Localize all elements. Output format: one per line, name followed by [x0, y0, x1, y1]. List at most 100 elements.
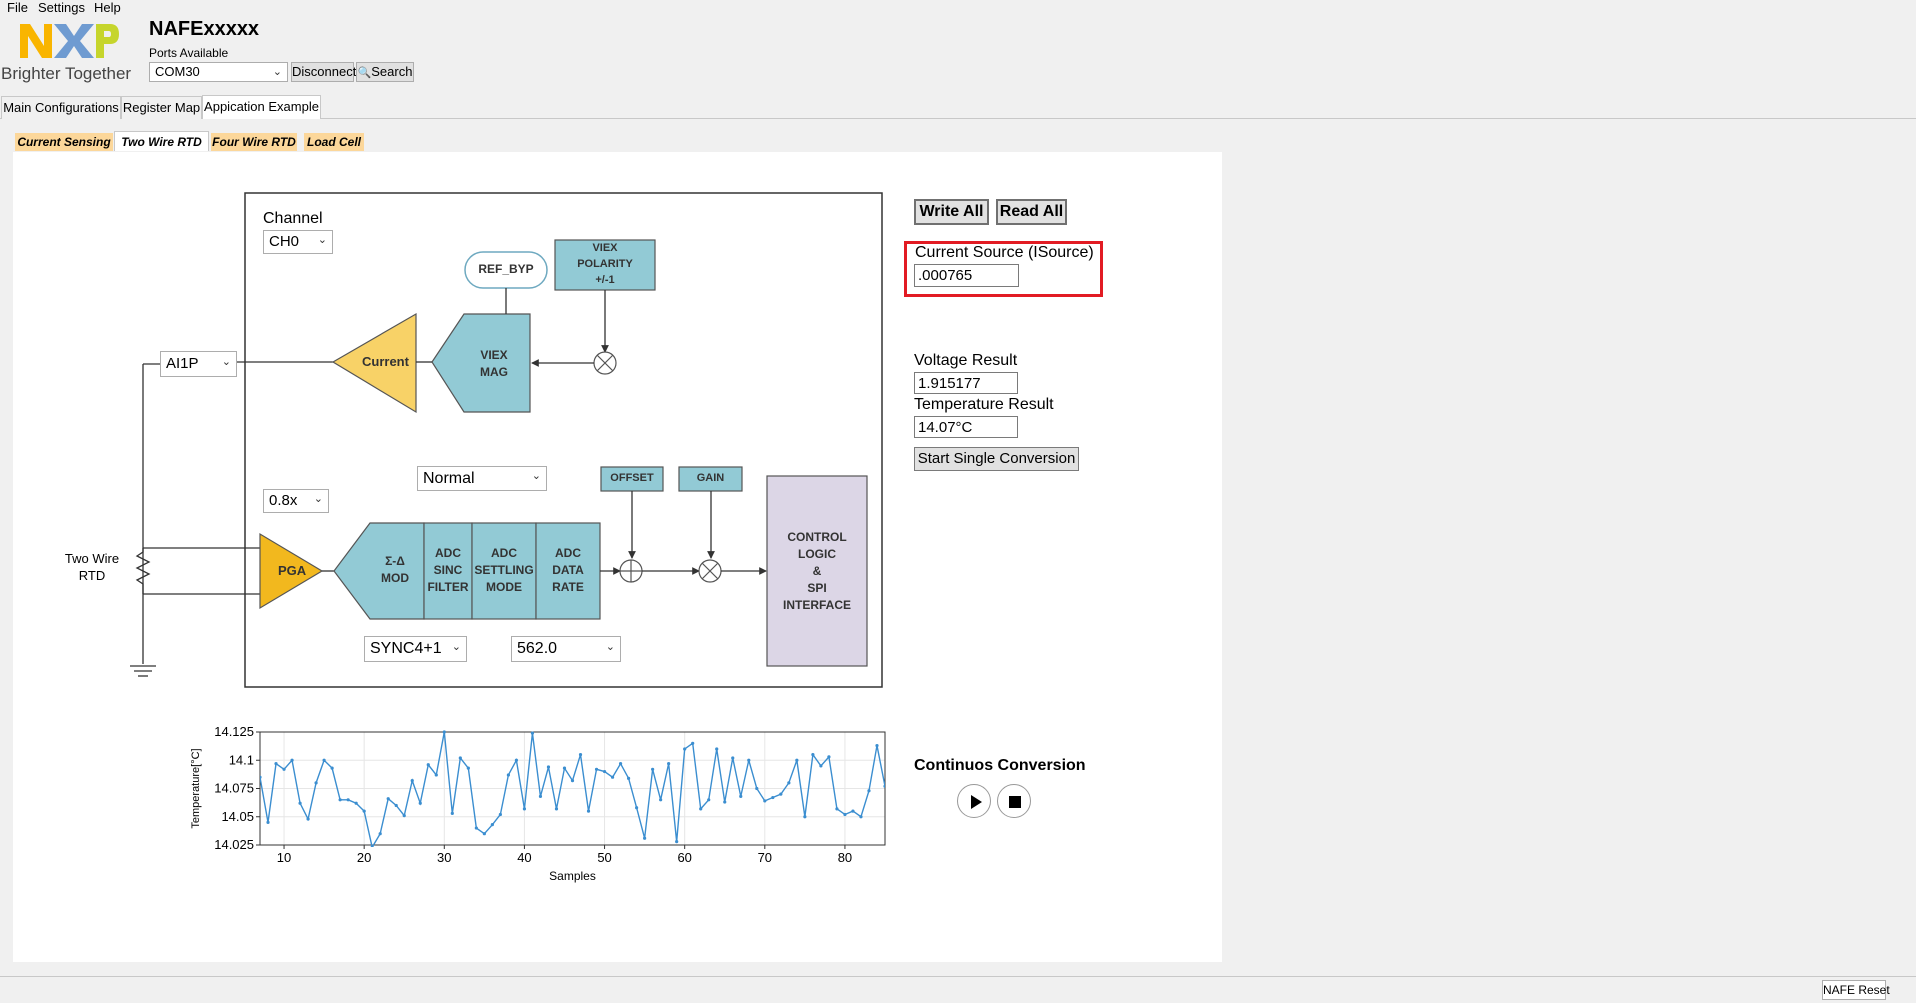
temperature-result-field: 14.07°C	[914, 416, 1018, 438]
data-point	[747, 758, 751, 762]
y-axis-label: Temperature[°C]	[190, 748, 202, 828]
start-single-conversion-button[interactable]: Start Single Conversion	[914, 447, 1079, 471]
data-point	[683, 747, 687, 751]
x-tick-label: 80	[838, 850, 852, 865]
control-line2: LOGIC	[798, 547, 836, 561]
data-point	[795, 758, 799, 762]
stop-button[interactable]	[997, 784, 1031, 818]
data-point	[442, 730, 446, 734]
play-button[interactable]	[957, 784, 991, 818]
adc-rate-line2: DATA	[552, 563, 584, 577]
menu-settings[interactable]: Settings	[38, 0, 85, 15]
chevron-down-icon: ⌄	[531, 470, 541, 482]
channel-select[interactable]: CH0 ⌄	[263, 230, 333, 254]
data-point	[346, 798, 350, 802]
data-point	[274, 762, 278, 766]
voltage-result-label: Voltage Result	[914, 352, 1018, 369]
data-rate-select[interactable]: 562.0 ⌄	[511, 636, 621, 662]
rtd-label: Two Wire RTD	[52, 550, 132, 584]
data-point	[410, 778, 414, 783]
series-line	[260, 731, 885, 847]
isource-label: Current Source (ISource)	[915, 244, 1094, 261]
tab-main-configurations[interactable]: Main Configurations	[1, 96, 121, 119]
data-point	[370, 845, 374, 847]
channel-label: Channel	[263, 210, 323, 227]
channel-select-value: CH0	[269, 233, 300, 250]
data-point	[290, 758, 294, 762]
data-point	[867, 789, 871, 793]
chevron-down-icon: ⌄	[317, 234, 327, 246]
data-point	[771, 795, 775, 800]
data-point	[490, 823, 494, 827]
x-tick-label: 60	[677, 850, 691, 865]
adc-sinc-label: ADC SINC FILTER	[424, 545, 472, 596]
data-point	[554, 807, 559, 811]
port-select[interactable]: COM30 ⌄	[149, 62, 288, 82]
port-select-value: COM30	[155, 64, 200, 79]
menu-bar: File Settings Help	[0, 0, 1916, 16]
y-tick-label: 14.075	[214, 781, 254, 796]
viex-polarity-line1: VIEX	[592, 242, 618, 254]
tab-application-example[interactable]: Appication Example	[202, 95, 321, 119]
data-point	[723, 800, 727, 804]
data-point	[594, 767, 599, 771]
tab-register-map[interactable]: Register Map	[121, 96, 202, 119]
write-all-button[interactable]: Write All	[914, 199, 989, 225]
subtab-four-wire-rtd[interactable]: Four Wire RTD	[211, 133, 297, 151]
data-point	[434, 773, 438, 777]
search-button[interactable]: 🔍Search	[356, 62, 414, 82]
data-point	[538, 794, 543, 799]
data-point	[803, 815, 807, 819]
adc-settling-line2: SETTLING	[474, 563, 534, 577]
data-point	[626, 776, 631, 780]
x-tick-label: 20	[357, 850, 371, 865]
data-point	[602, 769, 607, 774]
menu-help[interactable]: Help	[94, 0, 121, 15]
input-select[interactable]: AI1P ⌄	[160, 351, 237, 377]
data-point	[586, 809, 591, 813]
data-point	[514, 758, 519, 762]
subtab-current-sensing[interactable]: Current Sensing	[15, 133, 113, 151]
adc-sinc-line2: SINC	[433, 563, 463, 577]
adc-rate-label: ADC DATA RATE	[536, 545, 600, 596]
chevron-down-icon: ⌄	[272, 66, 282, 78]
data-point	[659, 798, 663, 802]
data-point	[875, 743, 879, 748]
data-point	[298, 801, 302, 805]
data-point	[482, 832, 486, 836]
filter-select[interactable]: SYNC4+1 ⌄	[364, 636, 467, 662]
adc-sinc-line3: FILTER	[427, 580, 469, 594]
data-point	[635, 806, 639, 810]
data-point	[506, 773, 510, 777]
viex-polarity-line2: POLARITY	[577, 258, 633, 270]
data-point	[755, 786, 759, 791]
data-point	[883, 784, 885, 788]
adc-rate-line3: RATE	[552, 580, 584, 594]
nafe-reset-button[interactable]: NAFE Reset	[1822, 980, 1890, 1000]
search-icon: 🔍	[357, 67, 372, 79]
subtab-load-cell[interactable]: Load Cell	[304, 133, 364, 151]
filter-select-value: SYNC4+1	[370, 640, 442, 657]
subtab-two-wire-rtd[interactable]: Two Wire RTD	[114, 131, 209, 151]
menu-file[interactable]: File	[7, 0, 28, 15]
rtd-label-line2: RTD	[78, 568, 106, 583]
pga-gain-select[interactable]: 0.8x ⌄	[263, 489, 329, 513]
viex-mag-line1: VIEX	[480, 348, 508, 362]
data-point	[402, 814, 406, 818]
data-point	[819, 764, 823, 768]
y-tick-label: 14.1	[229, 752, 254, 767]
offset-label: OFFSET	[610, 472, 654, 484]
data-point	[779, 792, 783, 796]
x-tick-label: 50	[597, 850, 611, 865]
adc-settling-line1: ADC	[491, 546, 517, 560]
brand-tagline: Brighter Together	[1, 64, 132, 83]
play-icon	[971, 795, 982, 809]
disconnect-button[interactable]: Disconnect	[291, 62, 356, 82]
y-tick-label: 14.05	[221, 809, 254, 824]
isource-input[interactable]: .000765	[914, 264, 1019, 287]
sigma-delta-label: Σ-Δ MOD	[370, 553, 420, 587]
data-point	[458, 756, 462, 760]
data-point	[731, 756, 735, 760]
mode-select[interactable]: Normal ⌄	[417, 466, 547, 491]
read-all-button[interactable]: Read All	[996, 199, 1067, 225]
